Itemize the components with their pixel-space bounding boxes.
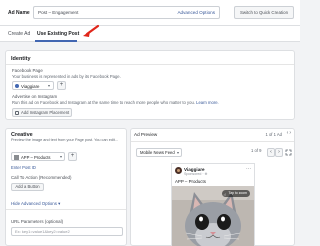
switch-to-quick-creation-button[interactable]: Switch to Quick Creation [234,6,294,19]
instagram-help: Run this ad on Facebook and Instagram at… [12,100,219,105]
identity-title: Identity [11,56,31,62]
call-to-action-label: Call To Action (Recommended) [11,175,72,180]
add-a-button[interactable]: Add a Button [11,183,44,191]
chevron-down-icon: ▾ [59,154,62,159]
instagram-label: Advertise on Instagram [12,94,58,99]
facebook-page-help: Your business is represented in ads by i… [12,74,121,79]
selected-post: APP – Products [21,154,51,160]
selected-page-name: Viaggiare [21,83,40,89]
facebook-post-preview: Viaggiare Sponsored · ⊕ ··· APP – Produc… [171,163,255,246]
ad-preview-section: Ad Preview 1 of 1 Ad ‹› Mobile News Feed… [130,128,295,246]
creative-subtitle: Preview the image and text from your Pag… [11,138,119,142]
more-options-icon[interactable]: ··· [246,166,251,172]
url-parameters-label: URL Parameters (optional) [11,219,64,224]
learn-more-link[interactable]: Learn more. [196,100,219,105]
avatar [175,167,182,174]
tab-create-ad[interactable]: Create Ad [8,31,30,37]
add-instagram-placement-button[interactable]: Add Instagram Placement [12,108,72,117]
next-placement-button[interactable]: › [275,148,283,157]
hand-pointer-icon: ☝ [223,192,226,197]
divider [131,141,294,142]
ad-name-bar: Ad Name Post – Engagement Advanced Optio… [0,0,300,26]
creative-section: Creative Preview the image and text from… [5,128,127,246]
ad-preview-title: Ad Preview [134,132,158,137]
divider [6,209,126,210]
cat-photo: ☝ Tap to zoom [172,186,254,246]
placement-pager: 1 of 9 [251,148,262,153]
post-thumbnail [14,154,19,160]
advanced-options-link[interactable]: Advanced Options [177,10,215,15]
add-instagram-placement-label: Add Instagram Placement [21,110,70,115]
divider [6,64,294,65]
tap-to-zoom-label: Tap to zoom [228,191,247,195]
ad-name-label: Ad Name [8,10,30,16]
active-tab-indicator [35,40,77,42]
expand-icon[interactable] [285,149,292,156]
sponsored-label: Sponsored · ⊕ [184,172,208,176]
add-post-button[interactable]: + [68,152,77,161]
creation-tabs: Create Ad Use Existing Post [0,26,300,42]
ad-count: 1 of 1 Ad [265,132,282,137]
ad-name-input[interactable]: Post – Engagement Advanced Options [33,6,220,19]
facebook-page-icon [15,84,19,88]
ad-nav-arrows-icon[interactable]: ‹› [287,130,292,136]
post-caption: APP – Products [175,179,206,184]
enter-post-id-link[interactable]: Enter Post ID [11,165,36,170]
instagram-icon [15,111,19,115]
url-parameters-input[interactable]: Ex: key1=value1&key2=value2 [11,227,123,236]
ad-name-value: Post – Engagement [38,10,79,15]
chevron-down-icon: ▾ [176,150,179,155]
tap-to-zoom-badge[interactable]: ☝ Tap to zoom [221,190,250,197]
selected-placement: Mobile News Feed [140,150,175,155]
identity-section: Identity Facebook Page Your business is … [5,50,295,120]
add-page-button[interactable]: + [57,81,66,90]
facebook-page-select[interactable]: Viaggiare ▾ [12,81,54,90]
tab-use-existing-post[interactable]: Use Existing Post [37,31,79,37]
hide-advanced-options-link[interactable]: Hide Advanced Options ▾ [11,201,60,207]
previous-placement-button[interactable]: ‹ [267,148,275,157]
facebook-page-label: Facebook Page [12,68,43,73]
chevron-down-icon: ▾ [47,83,50,88]
placement-select[interactable]: Mobile News Feed ▾ [136,148,182,157]
existing-post-select[interactable]: APP – Products ▾ [11,152,65,161]
red-arrow-annotation [83,24,100,37]
